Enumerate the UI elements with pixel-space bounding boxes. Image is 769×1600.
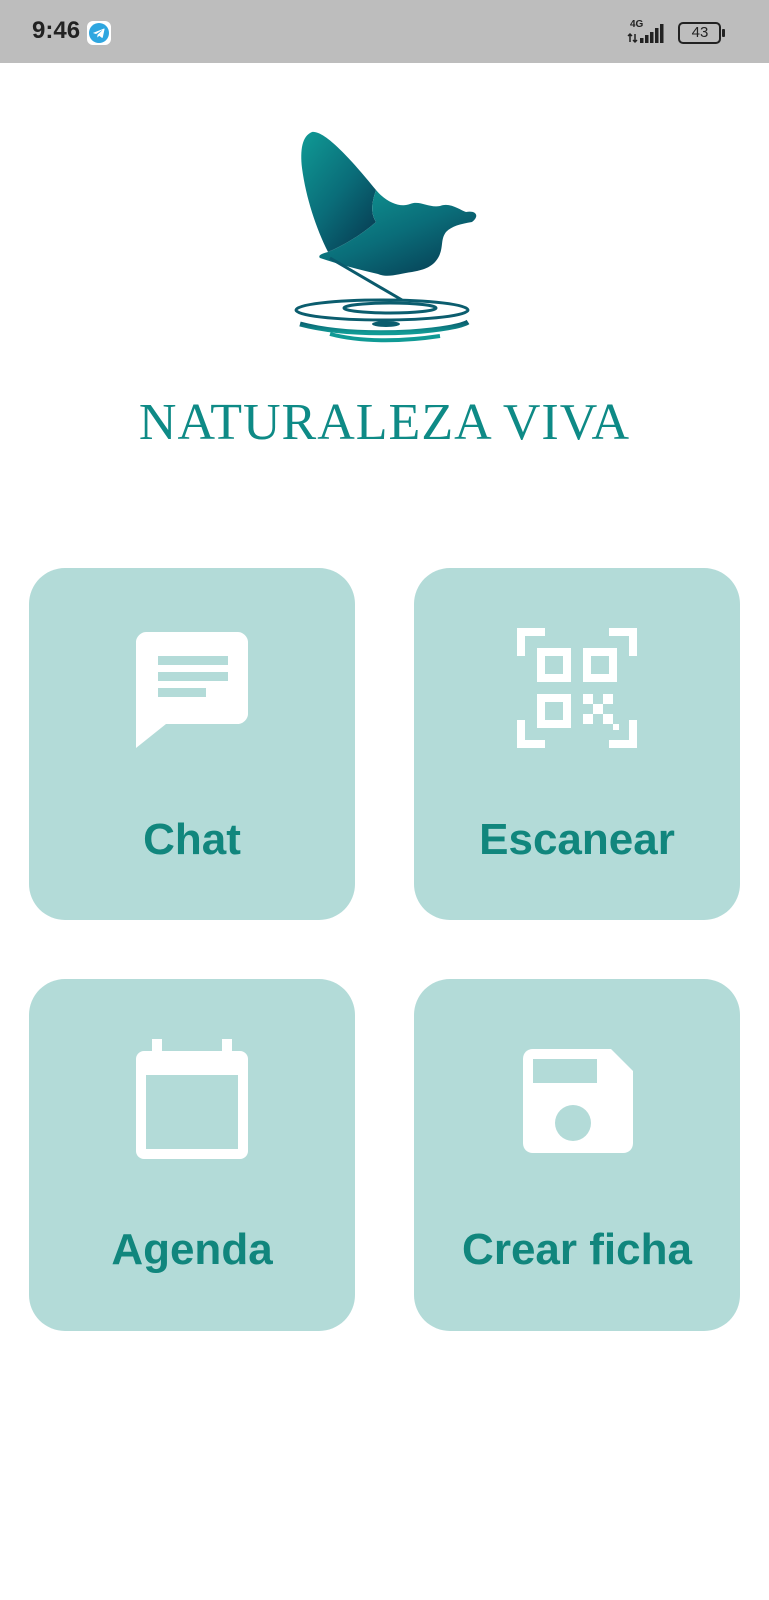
butterfly-logo xyxy=(294,131,477,343)
qr-scan-icon xyxy=(517,628,637,748)
brand-name: NATURALEZA VIVA xyxy=(138,394,631,451)
chat-icon xyxy=(136,632,248,748)
chat-button[interactable]: Chat xyxy=(29,568,355,920)
agenda-button[interactable]: Agenda xyxy=(29,979,355,1331)
battery-level: 43 xyxy=(691,24,709,41)
scan-button[interactable]: Escanear xyxy=(414,568,740,920)
save-icon xyxy=(523,1049,633,1153)
scan-label: Escanear xyxy=(479,815,675,864)
status-bar: 9:46 4G 43 xyxy=(0,0,769,63)
calendar-icon xyxy=(136,1039,248,1159)
chat-label: Chat xyxy=(143,815,241,864)
create-record-label: Crear ficha xyxy=(462,1225,692,1274)
agenda-label: Agenda xyxy=(111,1225,273,1274)
create-record-button[interactable]: Crear ficha xyxy=(414,979,740,1331)
signal-icon xyxy=(627,24,664,44)
telegram-icon xyxy=(87,21,111,45)
status-time: 9:46 xyxy=(32,17,81,44)
